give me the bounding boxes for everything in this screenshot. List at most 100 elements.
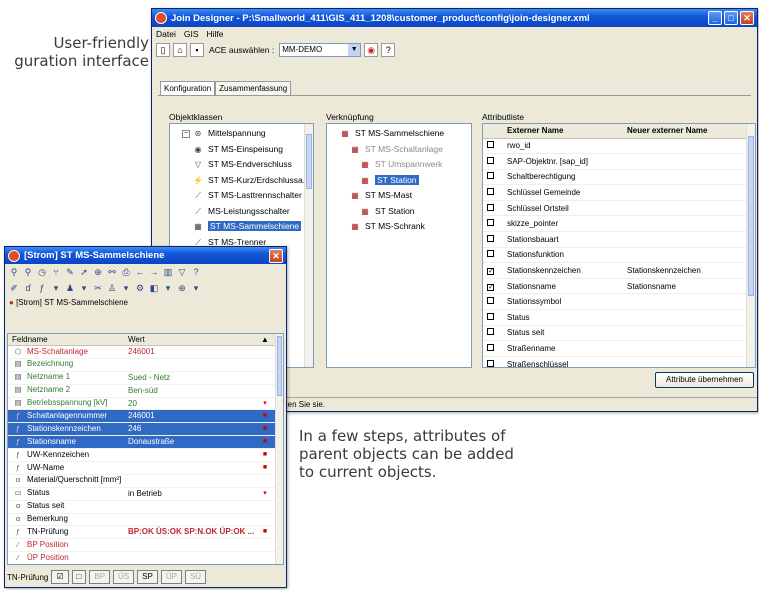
field-row[interactable]: ⬡ MS-Schaltanlage 246001	[8, 346, 283, 359]
pencil-icon[interactable]: ✐	[8, 282, 20, 294]
field-row[interactable]: α Bemerkung	[8, 514, 283, 527]
attribute-row[interactable]: Stationsbauart	[483, 231, 755, 248]
attribute-new-name[interactable]	[623, 309, 755, 326]
tn-button[interactable]: ÜS	[113, 570, 135, 584]
objektklasse-item[interactable]: ▦ ST MS-Sammelschiene	[182, 219, 313, 235]
attribute-new-name[interactable]	[623, 153, 755, 170]
save-icon[interactable]: ▪	[190, 43, 204, 57]
print-icon[interactable]: ⎙	[120, 266, 132, 278]
verknuepfung-item[interactable]: ▦ ST MS-Schaltanlage	[339, 142, 471, 158]
scroll-thumb[interactable]	[306, 134, 312, 189]
field-value[interactable]	[126, 359, 256, 371]
help-icon[interactable]: ?	[190, 266, 202, 278]
field-row[interactable]: α Material/Querschnitt [mm²]	[8, 475, 283, 488]
close-icon[interactable]: ✕	[740, 11, 754, 25]
layers-icon[interactable]: ◧	[148, 282, 160, 294]
attribute-new-name[interactable]	[623, 340, 755, 357]
attribute-row[interactable]: Stationssymbol	[483, 293, 755, 311]
chevron-down-icon[interactable]: ▾	[120, 282, 132, 294]
verknuepfung-item[interactable]: ▦ ST Umspannwerk	[339, 157, 471, 173]
attribute-checkbox[interactable]	[487, 344, 494, 352]
attribute-row[interactable]: Status	[483, 309, 755, 326]
field-value[interactable]	[126, 539, 256, 551]
field-row[interactable]: ƒ TN-Prüfung BP:OK ÜS:OK SP:N.OK ÜP:OK ...…	[8, 526, 283, 540]
field-value[interactable]: 20	[126, 398, 256, 410]
field-row[interactable]: ▤ Bezeichnung	[8, 359, 283, 372]
field-row[interactable]: ƒ UW-Name ■	[8, 462, 283, 475]
field-row[interactable]: ▭ Status in Betrieb ▾	[8, 488, 283, 501]
attribute-checkbox[interactable]	[487, 219, 494, 227]
field-row[interactable]: ▤ Netzname 1 Sued - Netz	[8, 372, 283, 385]
edit-icon[interactable]: ✎	[64, 266, 76, 278]
chevron-down-icon[interactable]: ▾	[50, 282, 62, 294]
field-value[interactable]: Sued - Netz	[126, 372, 256, 384]
attribute-new-name[interactable]	[623, 215, 755, 233]
tn-button[interactable]: SP	[137, 570, 158, 584]
attribute-row[interactable]: Straßenname	[483, 340, 755, 357]
field-value[interactable]	[126, 462, 256, 474]
attribute-checkbox[interactable]	[487, 328, 494, 336]
attribute-checkbox[interactable]	[487, 203, 494, 211]
filter-icon[interactable]: ▽	[176, 266, 188, 278]
attribute-row[interactable]: rwo_id	[483, 138, 755, 155]
field-value[interactable]	[126, 501, 256, 513]
attribute-new-name[interactable]	[623, 231, 755, 248]
attribute-row[interactable]: ✓ Stationsname Stationsname	[483, 278, 755, 295]
menu-item-datei[interactable]: Datei	[156, 29, 176, 39]
query-icon[interactable]: ⚲	[8, 266, 20, 278]
attribute-row[interactable]: Straßenschlüssel	[483, 356, 755, 367]
attribute-checkbox[interactable]	[487, 156, 494, 164]
attribute-row[interactable]: Stationsfunktion	[483, 247, 755, 264]
field-row[interactable]: ƒ UW-Kennzeichen ■	[8, 449, 283, 463]
query-icon[interactable]: ⚲	[22, 266, 34, 278]
verknuepfung-item[interactable]: ▦ ST Station	[339, 204, 471, 220]
zoom-icon[interactable]: ⊕	[92, 266, 104, 278]
field-row[interactable]: ⁄ ÜP Position	[8, 552, 283, 564]
attribute-checkbox[interactable]: ✓	[487, 268, 494, 276]
field-row[interactable]: ▤ Netzname 2 Ben-süd	[8, 385, 283, 398]
field-value[interactable]	[126, 449, 256, 461]
col-feldname[interactable]: Feldname	[8, 334, 126, 345]
cut-icon[interactable]: ✂	[92, 282, 104, 294]
field-value[interactable]: in Betrieb	[126, 488, 256, 500]
attribute-scrollbar[interactable]	[746, 124, 755, 367]
attribute-new-name[interactable]	[623, 184, 755, 201]
clock-icon[interactable]: ◷	[36, 266, 48, 278]
attribute-checkbox[interactable]	[487, 172, 494, 180]
sort-icon[interactable]: ▲	[256, 334, 274, 345]
col-neuer-externer-name[interactable]: Neuer externer Name	[623, 124, 755, 139]
attribute-new-name[interactable]	[623, 325, 755, 342]
attribute-checkbox[interactable]	[487, 359, 494, 367]
tn-button[interactable]: BP	[89, 570, 111, 584]
fx-icon[interactable]: ƒ	[36, 282, 48, 294]
attribute-checkbox[interactable]	[487, 188, 494, 196]
tab-zusammenfassung[interactable]: Zusammenfassung	[215, 81, 292, 95]
field-row[interactable]: ƒ Stationsname Donaustraße ■	[8, 436, 283, 450]
attribute-new-name[interactable]: Stationsname	[623, 278, 755, 295]
attribute-row[interactable]: skizze_pointer	[483, 215, 755, 233]
attribute-row[interactable]: ✓ Stationskennzeichen Stationskennzeichen	[483, 262, 755, 279]
collapse-icon[interactable]: −	[182, 129, 190, 138]
attribute-new-name[interactable]	[623, 356, 755, 367]
chart-icon[interactable]: ▥	[162, 266, 174, 278]
attribute-new-name[interactable]	[623, 200, 755, 217]
objektklassen-scrollbar[interactable]	[304, 124, 313, 367]
attribute-checkbox[interactable]	[487, 234, 494, 242]
attribute-row[interactable]: Schlüssel Ortsteil	[483, 200, 755, 217]
field-scrollbar[interactable]	[275, 334, 283, 564]
field-value[interactable]	[126, 552, 256, 564]
field-row[interactable]: ƒ Schaltanlagennummer 246001 ■	[8, 410, 283, 424]
check-icon[interactable]: ☑	[51, 570, 69, 584]
field-value[interactable]: BP:OK ÜS:OK SP:N.OK ÜP:OK ...	[126, 526, 256, 538]
tn-button[interactable]: SÜ	[184, 570, 207, 584]
attribute-new-name[interactable]	[623, 293, 755, 311]
field-value[interactable]: 246001	[126, 410, 256, 422]
close-icon[interactable]: ✕	[269, 248, 283, 263]
back-icon[interactable]: ←	[134, 266, 146, 278]
object-titlebar[interactable]: [Strom] ST MS-Sammelschiene ✕	[5, 247, 286, 264]
verknuepfung-item[interactable]: ▦ ST MS-Mast	[339, 188, 471, 204]
attribute-checkbox[interactable]	[487, 141, 494, 149]
box-icon[interactable]: □	[71, 570, 87, 584]
refresh-icon[interactable]: ◉	[364, 43, 379, 57]
branch-icon[interactable]: ⑂	[50, 266, 62, 278]
